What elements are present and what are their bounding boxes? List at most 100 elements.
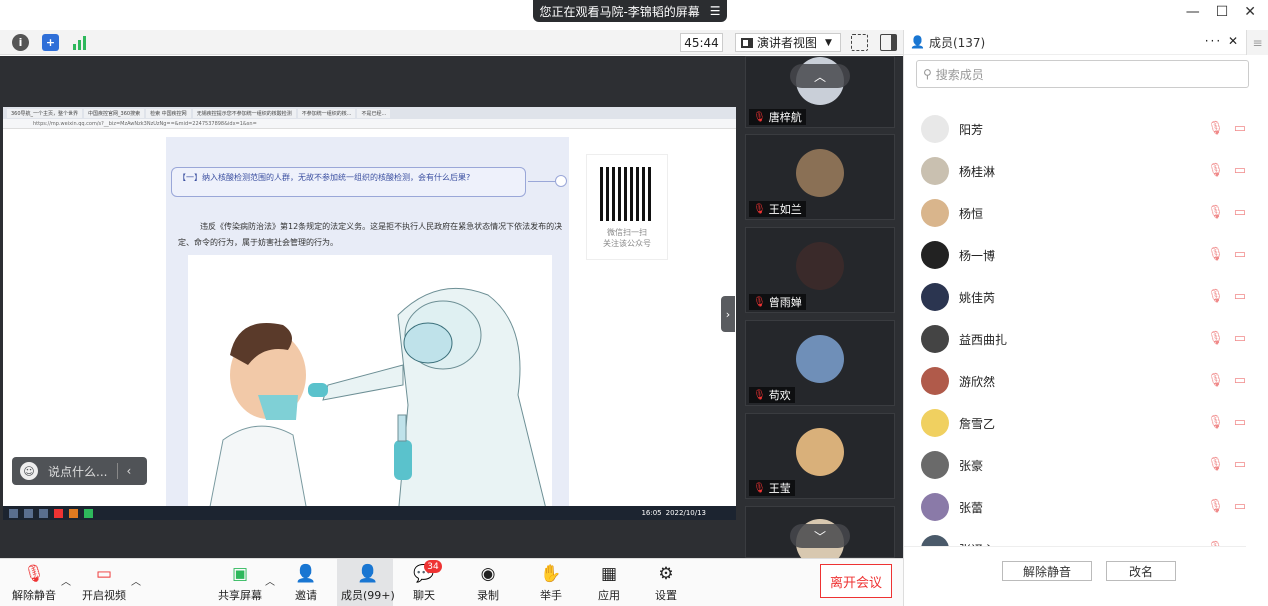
scroll-up-button[interactable]: ︿ — [790, 64, 850, 88]
start-video-button[interactable]: ▭ 开启视频 — [82, 563, 126, 603]
minimize-icon[interactable]: — — [1186, 4, 1200, 20]
leave-meeting-button[interactable]: 离开会议 — [820, 564, 892, 598]
members-button[interactable]: 👤 成员(99+) — [341, 563, 395, 603]
video-off-icon[interactable]: ▭ — [1234, 205, 1246, 220]
list-item[interactable]: 张豪 🎙 ▭ — [904, 444, 1246, 486]
menu-icon[interactable]: ☰ — [710, 4, 721, 18]
video-off-icon[interactable]: ▭ — [1234, 331, 1246, 346]
mic-muted-icon[interactable]: 🎙 — [1207, 457, 1224, 472]
mic-muted-icon[interactable]: 🎙 — [1207, 163, 1224, 178]
video-off-icon[interactable]: ▭ — [1234, 415, 1246, 430]
apps-icon: ▦ — [600, 564, 618, 584]
signal-icon[interactable] — [71, 34, 88, 51]
video-tile[interactable]: 🎙 苟欢 — [745, 320, 895, 406]
mic-muted-icon[interactable]: 🎙 — [1207, 289, 1224, 304]
record-button[interactable]: ◉ 录制 — [477, 563, 499, 603]
mic-muted-icon[interactable]: 🎙 — [1207, 121, 1224, 136]
mic-muted-icon[interactable]: 🎙 — [1207, 247, 1224, 262]
mic-muted-icon[interactable]: 🎙 — [1207, 373, 1224, 388]
chevron-left-icon[interactable]: ‹ — [126, 464, 131, 478]
mic-muted-icon: 🎙 — [753, 203, 766, 215]
emoji-icon[interactable]: ☺ — [20, 462, 38, 480]
scroll-down-button[interactable]: ﹀ — [790, 524, 850, 548]
video-tiles: 🎙 唐梓航 ︿ 🎙 王如兰 🎙 曾雨婵 🎙 苟欢 🎙 王莹 ﹀ — [745, 56, 895, 567]
browser-address-bar: https://mp.weixin.qq.com/s?__biz=MzAwNzk… — [3, 119, 736, 129]
list-item[interactable]: 詹雪乙 🎙 ▭ — [904, 402, 1246, 444]
list-item[interactable]: 杨桂淋 🎙 ▭ — [904, 150, 1246, 192]
mic-muted-icon[interactable]: 🎙 — [1207, 205, 1224, 220]
info-icon[interactable]: i — [12, 34, 29, 51]
list-item[interactable]: 姚佳芮 🎙 ▭ — [904, 276, 1246, 318]
invite-button[interactable]: 👤 邀请 — [295, 563, 317, 603]
raise-hand-button[interactable]: ✋ 举手 — [540, 563, 562, 603]
list-item[interactable]: 阳芳 🎙 ▭ — [904, 108, 1246, 150]
avatar — [921, 241, 949, 269]
video-off-icon[interactable]: ▭ — [1234, 121, 1246, 136]
mic-muted-icon[interactable]: 🎙 — [1207, 415, 1224, 430]
chat-badge: 34 — [424, 560, 442, 573]
list-item[interactable]: 益西曲扎 🎙 ▭ — [904, 318, 1246, 360]
mic-muted-icon: 🎙 — [23, 564, 45, 584]
share-screen-button[interactable]: ▣ 共享屏幕 — [218, 563, 262, 603]
more-icon[interactable]: ··· ✕ — [1205, 34, 1240, 48]
qr-card: 微信扫一扫 关注该公众号 — [586, 154, 668, 260]
members-icon: 👤 — [357, 564, 379, 584]
list-item[interactable]: 杨一博 🎙 ▭ — [904, 234, 1246, 276]
swab-illustration — [188, 255, 552, 518]
list-item[interactable]: 张蕾 🎙 ▭ — [904, 486, 1246, 528]
avatar — [921, 367, 949, 395]
avatar — [796, 428, 844, 476]
avatar — [921, 283, 949, 311]
speaker-view-icon — [741, 37, 753, 48]
video-tile[interactable]: 🎙 王莹 — [745, 413, 895, 499]
members-title: 成员(137) — [928, 35, 986, 50]
list-item[interactable]: 杨恒 🎙 ▭ — [904, 192, 1246, 234]
fullscreen-icon[interactable] — [851, 34, 868, 51]
rename-button[interactable]: 改名 — [1106, 561, 1176, 581]
shield-icon[interactable]: + — [42, 34, 59, 51]
chevron-up-icon[interactable]: ︿ — [265, 573, 275, 588]
maximize-icon[interactable]: ☐ — [1216, 4, 1229, 20]
viewing-banner[interactable]: 您正在观看马院-李锦韬的屏幕 ☰ — [533, 0, 727, 22]
browser-tab: 360导航_一个主页，整个世界 — [7, 108, 83, 118]
video-off-icon[interactable]: ▭ — [1234, 289, 1246, 304]
taskbar-app-icon — [84, 508, 93, 518]
member-list: 阳芳 🎙 ▭ 杨桂淋 🎙 ▭ 杨恒 🎙 ▭ 杨一博 🎙 ▭ 姚佳芮 🎙 ▭ 益西曲扎 🎙 ▭ 游欣然 🎙 ▭… — [904, 108, 1246, 570]
chevron-up-icon[interactable]: ︿ — [61, 573, 71, 588]
view-selector[interactable]: 演讲者视图 ▼ — [735, 33, 841, 52]
video-tile[interactable]: 🎙 曾雨婵 — [745, 227, 895, 313]
hand-icon: ✋ — [540, 564, 562, 584]
mic-muted-icon[interactable]: 🎙 — [1207, 331, 1224, 346]
list-item[interactable]: 游欣然 🎙 ▭ — [904, 360, 1246, 402]
video-off-icon[interactable]: ▭ — [1234, 499, 1246, 514]
chat-placeholder[interactable]: 说点什么... — [48, 463, 107, 480]
sidebar-toggle-icon[interactable] — [880, 34, 897, 51]
tile-name: 🎙 曾雨婵 — [749, 294, 806, 310]
chevron-up-icon[interactable]: ︿ — [131, 573, 141, 588]
panel-menu-icon[interactable]: ≡ — [1246, 30, 1268, 55]
avatar — [921, 451, 949, 479]
mic-muted-icon[interactable]: 🎙 — [1207, 499, 1224, 514]
close-icon[interactable]: ✕ — [1244, 4, 1256, 20]
gear-icon: ⚙ — [658, 564, 674, 584]
browser-tab-bar: 360导航_一个主页，整个世界 中国疾控官网_360搜索 检索 中国疾控网 无锡… — [3, 107, 736, 119]
video-tile[interactable]: 🎙 王如兰 — [745, 134, 895, 220]
taskbar-time: 16:05 — [641, 509, 662, 517]
unmute-button[interactable]: 🎙 解除静音 — [12, 563, 56, 603]
unmute-all-button[interactable]: 解除静音 — [1002, 561, 1092, 581]
video-off-icon[interactable]: ▭ — [1234, 247, 1246, 262]
video-off-icon[interactable]: ▭ — [1234, 373, 1246, 388]
member-search-input[interactable]: ⚲ 搜索成员 — [916, 60, 1249, 88]
taskbar-app-icon — [54, 508, 63, 518]
apps-button[interactable]: ▦ 应用 — [598, 563, 620, 603]
user-icon: 👤 — [910, 35, 925, 49]
windows-taskbar: 16:05 2022/10/13 — [3, 506, 736, 520]
settings-button[interactable]: ⚙ 设置 — [655, 563, 677, 603]
avatar — [921, 157, 949, 185]
video-off-icon[interactable]: ▭ — [1234, 163, 1246, 178]
quick-chat-bar[interactable]: ☺ 说点什么... ‹ — [12, 457, 147, 485]
video-off-icon[interactable]: ▭ — [1234, 457, 1246, 472]
search-icon: ⚲ — [923, 67, 932, 81]
collapse-tiles-button[interactable]: › — [721, 296, 735, 332]
browser-tab: 中国疾控官网_360搜索 — [84, 108, 145, 118]
